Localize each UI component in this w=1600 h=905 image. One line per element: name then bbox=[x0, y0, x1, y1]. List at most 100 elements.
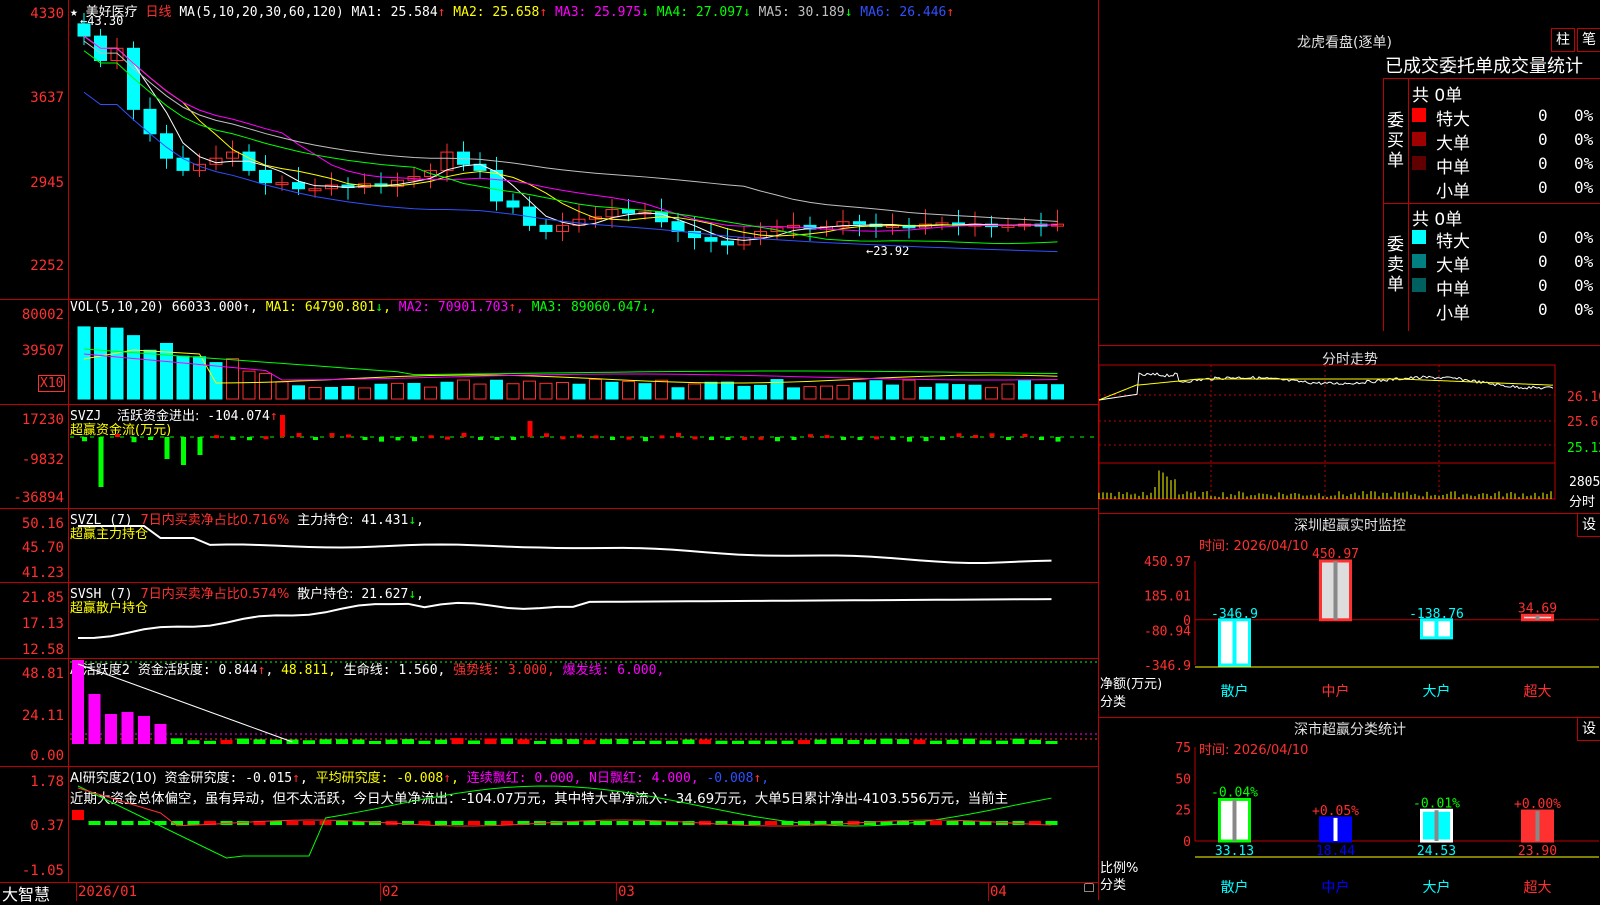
ai2-bar bbox=[1045, 821, 1058, 825]
buy-count: 0 bbox=[1538, 106, 1548, 125]
svzj-bar bbox=[296, 433, 302, 437]
svzj-bar bbox=[527, 421, 533, 437]
sell-pct: 0% bbox=[1574, 300, 1594, 319]
ai1-bar bbox=[418, 740, 431, 744]
dragon-tiger-table: 委买单 委卖单 共 0单 共 0单 特大 0 0% 大单 0 0% 中单 0 0% 小单 0 0% 特… bbox=[1383, 78, 1600, 331]
ai-activity-panel[interactable]: 48.81 24.11 0.00 AI活跃度2 资金活跃度: 0.844↑, 4… bbox=[0, 658, 1098, 767]
ai1-bar bbox=[550, 739, 563, 744]
ai1-bar bbox=[369, 740, 381, 744]
ai1-bar bbox=[715, 740, 728, 744]
volume-bar bbox=[572, 383, 586, 400]
svzj-bar bbox=[362, 437, 368, 440]
date-axis-vline bbox=[988, 883, 989, 901]
ma-line bbox=[83, 35, 1058, 237]
ai1-bar bbox=[105, 714, 117, 744]
brand-label: 大智慧 bbox=[2, 885, 51, 904]
buy-pct: 0% bbox=[1574, 130, 1594, 149]
tick-mode-button[interactable]: 笔 bbox=[1577, 28, 1600, 52]
svzj-bar bbox=[824, 435, 830, 439]
date-label: 04 bbox=[990, 884, 1007, 900]
intraday-price-tick: 26.10 bbox=[1567, 390, 1600, 405]
buy-label: 小单 bbox=[1436, 182, 1470, 202]
svsh-line bbox=[77, 598, 1052, 639]
sell-label: 小单 bbox=[1436, 304, 1470, 324]
ai1-bar bbox=[154, 724, 167, 744]
ai1-bar bbox=[880, 738, 893, 744]
candle-body bbox=[160, 133, 173, 159]
intraday-price-line bbox=[1098, 372, 1554, 401]
volume-bar bbox=[341, 386, 355, 400]
ai2-bar bbox=[930, 821, 942, 825]
sell-label: 特大 bbox=[1436, 232, 1470, 252]
svzj-bar bbox=[263, 436, 269, 440]
sell-pct: 0% bbox=[1574, 276, 1594, 295]
sz1-y-tick: 450.97 bbox=[1144, 555, 1191, 570]
buy-pct: 0% bbox=[1574, 178, 1594, 197]
svzj-bars bbox=[70, 415, 1098, 487]
volume-panel[interactable]: 80002 39507 X10 VOL(5,10,20) 66033.000↑,… bbox=[0, 299, 1098, 405]
ai1-bar bbox=[963, 738, 975, 744]
ai1-bar bbox=[600, 739, 612, 744]
svzj-bar bbox=[560, 436, 566, 440]
svzj-bar bbox=[1039, 437, 1044, 440]
ai2-red-line bbox=[77, 787, 1052, 827]
dragon-tiger-panel[interactable]: 龙虎看盘(逐单) 柱 笔 已成交委托单成交量统计 委买单 委卖单 共 0单 共 … bbox=[1098, 0, 1600, 346]
legend-swatch bbox=[1412, 180, 1426, 194]
lock-icon[interactable] bbox=[1084, 883, 1094, 892]
svzj-bar bbox=[379, 437, 384, 442]
sell-row: 特大 0 0% bbox=[1410, 227, 1600, 252]
svzl-panel[interactable]: 50.16 45.70 41.23 SVZL (7) 7日内买卖净占比0.716… bbox=[0, 508, 1098, 583]
volume-bar bbox=[836, 384, 850, 400]
ai1-bar bbox=[121, 712, 134, 744]
svzj-bar bbox=[164, 437, 170, 459]
sz1-category: 中户 bbox=[1322, 683, 1350, 700]
sz1-value-label: -346.9 bbox=[1211, 607, 1258, 622]
sz-monitor-panel[interactable]: 深圳超赢实时监控 设 时间: 2026/04/10 450.97 185.01 0-… bbox=[1098, 513, 1600, 718]
svzj-bar bbox=[577, 434, 582, 438]
volume-bar bbox=[490, 379, 503, 400]
volume-bar bbox=[193, 356, 206, 400]
ai1-bar bbox=[270, 739, 282, 744]
svzj-panel[interactable]: 17230 -9832 -36894 SVZJ 活跃资金进出: -104.074… bbox=[0, 404, 1098, 509]
ai2-bar bbox=[336, 821, 348, 825]
sz2-bar-shade bbox=[1535, 811, 1540, 841]
volume-bar bbox=[143, 349, 157, 400]
intraday-panel[interactable]: 分时走势 26.10 25.61 25.12 2805 分时 bbox=[1098, 345, 1600, 514]
ai1-bar bbox=[567, 739, 579, 744]
date-axis: 大智慧 2026/01 02 03 04 bbox=[0, 882, 1098, 904]
svzj-bar bbox=[890, 437, 896, 440]
volume-bar bbox=[754, 384, 767, 400]
candlestick-chart bbox=[77, 12, 1064, 255]
volume-bar bbox=[1001, 383, 1015, 400]
ai1-bar bbox=[1029, 739, 1041, 744]
volume-bar bbox=[556, 381, 569, 400]
sz-classify-panel[interactable]: 深市超赢分类统计 设 时间: 2026/04/10 75 50 25 0 -0.04% 3… bbox=[1098, 717, 1600, 900]
intraday-avg-line bbox=[1098, 378, 1554, 401]
candle-body bbox=[671, 221, 685, 232]
volume-bar bbox=[638, 383, 652, 400]
svzj-bar bbox=[1055, 437, 1061, 442]
volume-bar bbox=[209, 362, 223, 400]
ai1-bar bbox=[798, 740, 810, 744]
price-panel[interactable]: 4330 3637 2945 2252 ★ 美好医疗 日线 MA(5,10,20… bbox=[0, 0, 1098, 300]
ai1-bar bbox=[336, 739, 348, 744]
sz1-category: 散户 bbox=[1221, 683, 1249, 700]
sz2-category: 超大 bbox=[1524, 880, 1552, 896]
date-axis-vline bbox=[616, 883, 617, 901]
ai1-bar bbox=[303, 740, 315, 744]
svsh-panel[interactable]: 21.85 17.13 12.58 SVSH (7) 7日内买卖净占比0.574… bbox=[0, 582, 1098, 659]
sz-classify-xlabel: 分类 bbox=[1100, 878, 1127, 893]
bar-mode-button[interactable]: 柱 bbox=[1551, 28, 1575, 52]
dragon-tiger-title: 龙虎看盘(逐单) bbox=[1297, 35, 1392, 51]
buy-count: 0 bbox=[1538, 154, 1548, 173]
ai1-bar bbox=[1045, 740, 1058, 744]
svzj-bar bbox=[494, 437, 500, 440]
buy-label: 中单 bbox=[1436, 158, 1470, 178]
legend-swatch bbox=[1412, 302, 1426, 316]
sell-count: 0 bbox=[1538, 300, 1548, 319]
candle-body bbox=[473, 163, 487, 171]
ai-research-panel[interactable]: 1.78 0.37 -1.05 AI研究度2(10) 资金研究度: -0.015… bbox=[0, 766, 1098, 882]
date-label: 03 bbox=[618, 884, 635, 900]
intraday-volume-unit: 分时 bbox=[1569, 495, 1596, 510]
volume-bar bbox=[952, 384, 965, 400]
